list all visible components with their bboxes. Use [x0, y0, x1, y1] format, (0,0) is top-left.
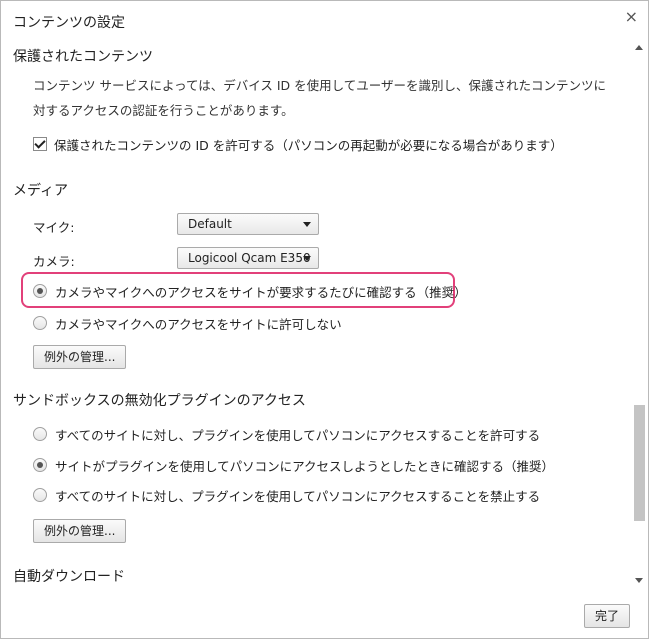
vertical-scrollbar[interactable]	[632, 39, 647, 589]
sandbox-ask-radio[interactable]	[33, 458, 47, 472]
close-icon[interactable]: ×	[625, 7, 638, 26]
dialog-title: コンテンツの設定	[13, 15, 125, 31]
scroll-up-icon[interactable]	[635, 45, 643, 50]
sandbox-ask-radio-label: サイトがプラグインを使用してパソコンにアクセスしようとしたときに確認する（推奨）	[55, 459, 555, 474]
mic-select-value: Default	[188, 217, 232, 231]
content-settings-dialog: コンテンツの設定 × 保護されたコンテンツ コンテンツ サービスによっては、デバ…	[0, 0, 649, 639]
media-block-radio-label: カメラやマイクへのアクセスをサイトに許可しない	[55, 317, 342, 332]
mic-select[interactable]: Default	[177, 213, 319, 235]
protected-content-description: コンテンツ サービスによっては、デバイス ID を使用してユーザーを識別し、保護…	[33, 78, 606, 118]
sandbox-allow-radio-label: すべてのサイトに対し、プラグインを使用してパソコンにアクセスすることを許可する	[55, 428, 541, 443]
camera-select[interactable]: Logicool Qcam E350	[177, 247, 319, 269]
media-exceptions-button[interactable]: 例外の管理...	[33, 345, 127, 369]
scrollbar-thumb[interactable]	[634, 405, 645, 521]
media-ask-radio-label: カメラやマイクへのアクセスをサイトが要求するたびに確認する（推奨）	[55, 285, 467, 300]
chevron-down-icon	[303, 222, 311, 227]
protected-content-checkbox-label: 保護されたコンテンツの ID を許可する（パソコンの再起動が必要になる場合があり…	[54, 138, 563, 153]
media-heading: メディア	[13, 183, 69, 199]
camera-select-value: Logicool Qcam E350	[188, 251, 311, 265]
sandbox-exceptions-button[interactable]: 例外の管理...	[33, 519, 127, 543]
chevron-down-icon	[303, 256, 311, 261]
sandbox-block-radio-label: すべてのサイトに対し、プラグインを使用してパソコンにアクセスすることを禁止する	[55, 489, 541, 504]
done-button[interactable]: 完了	[584, 604, 631, 628]
media-block-radio[interactable]	[33, 316, 47, 330]
protected-content-checkbox[interactable]	[33, 137, 47, 151]
mic-label: マイク:	[33, 220, 75, 235]
settings-scroll-area: 保護されたコンテンツ コンテンツ サービスによっては、デバイス ID を使用して…	[1, 39, 629, 589]
sandbox-heading: サンドボックスの無効化プラグインのアクセス	[13, 393, 306, 409]
camera-label: カメラ:	[33, 254, 75, 269]
protected-content-heading: 保護されたコンテンツ	[13, 49, 153, 65]
sandbox-allow-radio[interactable]	[33, 427, 47, 441]
auto-download-heading: 自動ダウンロード	[13, 569, 125, 585]
media-ask-radio[interactable]	[33, 284, 47, 298]
sandbox-block-radio[interactable]	[33, 488, 47, 502]
scroll-down-icon[interactable]	[635, 578, 643, 583]
